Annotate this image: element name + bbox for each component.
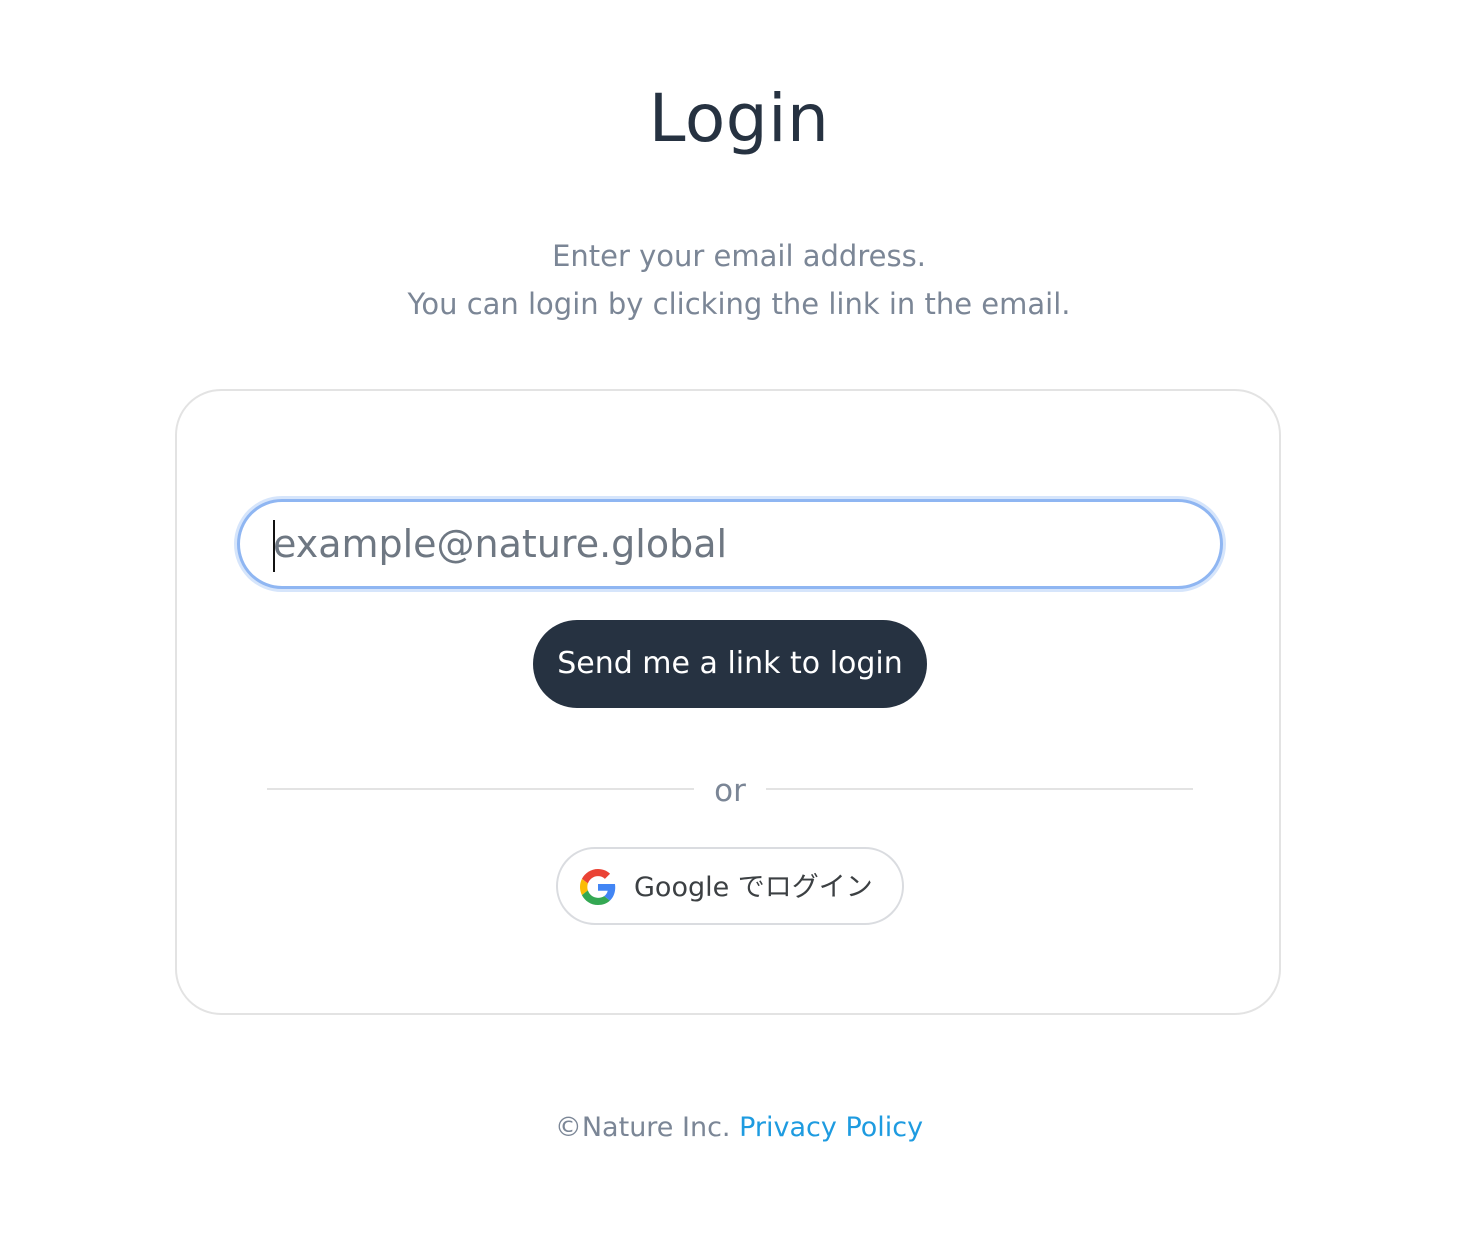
- google-login-label: Google でログイン: [634, 872, 873, 903]
- divider-line-left: [267, 788, 694, 790]
- send-login-link-button[interactable]: Send me a link to login: [533, 620, 927, 708]
- page-subtitle: Enter your email address. You can login …: [0, 232, 1478, 328]
- email-field-wrapper[interactable]: [237, 499, 1223, 589]
- privacy-policy-link[interactable]: Privacy Policy: [739, 1112, 923, 1143]
- text-caret: [273, 520, 275, 572]
- subtitle-line-2: You can login by clicking the link in th…: [407, 287, 1071, 321]
- email-input[interactable]: [273, 502, 1173, 586]
- divider-line-right: [766, 788, 1193, 790]
- page-title: Login: [648, 80, 830, 157]
- divider-or-text: or: [714, 773, 746, 809]
- footer-copyright: ©Nature Inc.: [554, 1112, 731, 1143]
- login-card: Send me a link to login or Google でログイン: [175, 389, 1281, 1015]
- google-g-icon: [580, 869, 616, 905]
- subtitle-line-1: Enter your email address.: [552, 239, 926, 273]
- footer: ©Nature Inc. Privacy Policy: [0, 1108, 1478, 1148]
- google-login-button[interactable]: Google でログイン: [556, 847, 904, 925]
